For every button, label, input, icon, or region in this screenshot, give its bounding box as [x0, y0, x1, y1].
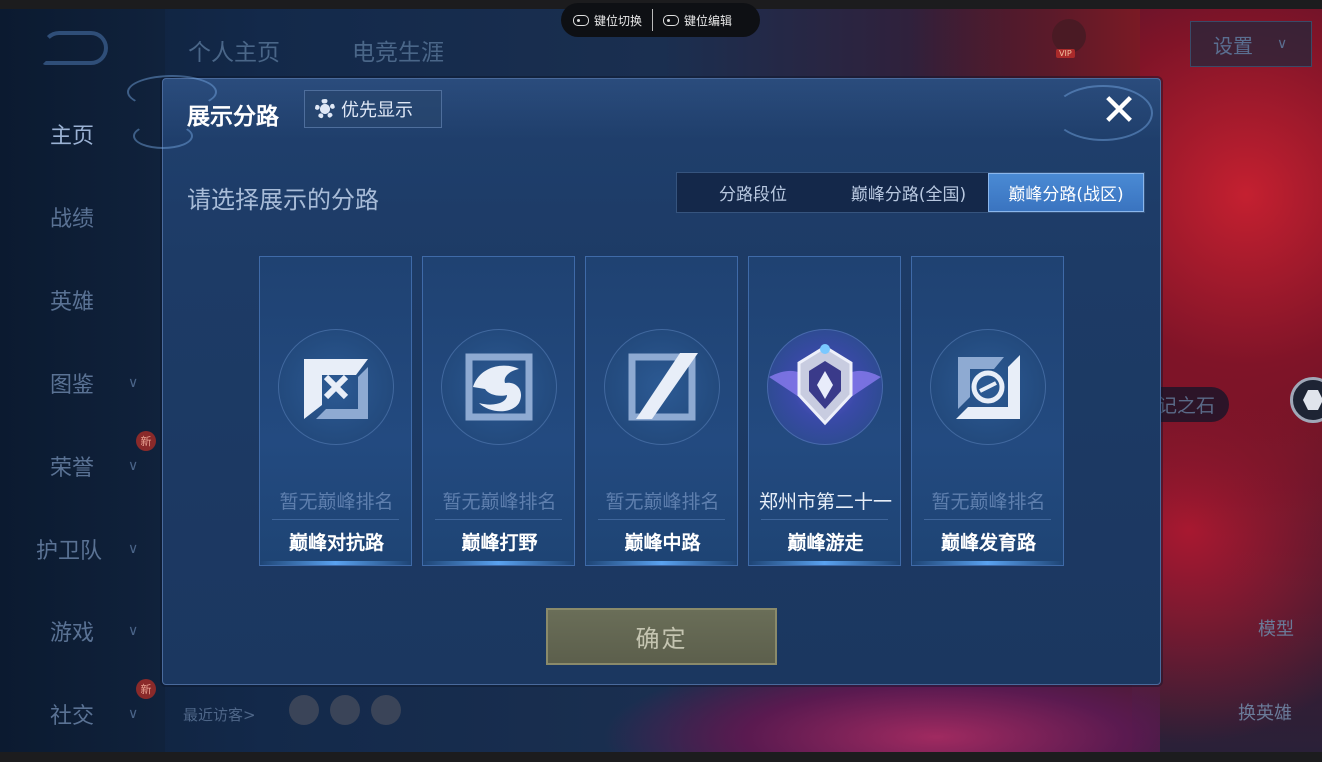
nav-item-codex[interactable]: 图鉴 ∨ — [0, 363, 165, 403]
nav-item-guard[interactable]: 护卫队 ∨ — [0, 529, 165, 569]
chevron-down-icon: ∨ — [128, 541, 139, 557]
keymap-switch-button[interactable]: 键位切换 — [573, 12, 642, 29]
close-icon[interactable]: ✕ — [1097, 89, 1141, 133]
divider — [652, 9, 654, 31]
lane-name: 巅峰中路 — [624, 532, 701, 554]
lane-card-farm[interactable]: 暂无巅峰排名 巅峰发育路 — [911, 256, 1064, 566]
nav-item-heroes[interactable]: 英雄 — [0, 280, 165, 320]
decor-swirl — [133, 123, 193, 149]
priority-label: 优先显示 — [341, 100, 413, 121]
nav-item-game[interactable]: 游戏 ∨ — [0, 611, 165, 651]
keymap-edit-button[interactable]: 键位编辑 — [663, 12, 732, 29]
card-glow — [912, 561, 1063, 565]
nav-label: 社交 — [50, 704, 95, 729]
nav-label: 英雄 — [50, 290, 95, 315]
nav-item-social[interactable]: 社交 ∨ — [0, 694, 165, 734]
dialog-title: 展示分路 — [187, 104, 279, 130]
tab-peak-region[interactable]: 巅峰分路(战区) — [988, 173, 1144, 212]
lane-name: 巅峰打野 — [461, 532, 538, 554]
visitor-avatar[interactable] — [371, 695, 401, 725]
divider — [761, 519, 888, 520]
rank-text: 暂无巅峰排名 — [279, 491, 394, 513]
hero-artwork-top — [910, 9, 1140, 89]
avatar[interactable] — [1052, 19, 1086, 53]
divider — [272, 519, 399, 520]
keymap-switch-label: 键位切换 — [594, 13, 643, 28]
side-navigation: 主页 战绩 英雄 图鉴 ∨ 荣誉 ∨ 新 护卫队 ∨ 游戏 ∨ 社交 ∨ 新 — [0, 9, 165, 752]
lane-card-jungle[interactable]: 暂无巅峰排名 巅峰打野 — [422, 256, 575, 566]
keymap-toolbar: 键位切换 键位编辑 — [561, 3, 760, 37]
lane-display-dialog: 展示分路 优先显示 ✕ 请选择展示的分路 分路段位 巅峰分路(全国) 巅峰分路(… — [127, 75, 1161, 685]
roam-badge-icon — [769, 344, 881, 426]
chevron-down-icon: ∨ — [128, 375, 139, 391]
tab-peak-national[interactable]: 巅峰分路(全国) — [829, 173, 988, 212]
keymap-edit-label: 键位编辑 — [684, 13, 733, 28]
divider — [924, 519, 1051, 520]
rank-text: 暂无巅峰排名 — [931, 491, 1046, 513]
gamepad-icon — [663, 14, 680, 26]
gear-icon — [315, 99, 335, 119]
nav-label: 图鉴 — [50, 373, 95, 398]
nav-label: 战绩 — [50, 207, 95, 232]
tab-esports[interactable]: 电竞生涯 — [352, 33, 444, 67]
tab-profile[interactable]: 个人主页 — [188, 33, 280, 67]
nav-item-record[interactable]: 战绩 — [0, 197, 165, 237]
farm-lane-icon — [956, 355, 1020, 419]
gamepad-icon — [573, 14, 589, 26]
bottom-bar — [0, 752, 1322, 762]
divider — [435, 519, 562, 520]
chevron-down-icon: ∨ — [128, 706, 139, 722]
new-badge: 新 — [136, 679, 156, 699]
chevron-down-icon: ∨ — [128, 623, 139, 639]
card-glow — [423, 561, 574, 565]
nav-label: 主页 — [50, 124, 95, 149]
nav-label: 荣誉 — [50, 456, 95, 481]
recent-visitors-link[interactable]: 最近访客> — [183, 704, 256, 725]
card-glow — [749, 561, 900, 565]
model-button[interactable]: 模型 — [1258, 615, 1294, 641]
visitor-avatar[interactable] — [289, 695, 319, 725]
stone-label: 记之石 — [1152, 387, 1230, 422]
vip-badge: VIP — [1056, 49, 1075, 58]
lane-card-mid[interactable]: 暂无巅峰排名 巅峰中路 — [585, 256, 738, 566]
card-glow — [586, 561, 737, 565]
lane-tab-group: 分路段位 巅峰分路(全国) 巅峰分路(战区) — [676, 172, 1145, 213]
chevron-down-icon: ∨ — [1277, 36, 1288, 52]
card-glow — [260, 561, 411, 565]
nav-label: 游戏 — [50, 621, 95, 646]
jungle-dragon-icon — [465, 353, 533, 421]
confirm-button[interactable]: 确定 — [546, 608, 777, 665]
divider — [598, 519, 725, 520]
settings-button[interactable]: 设置 ∨ — [1190, 21, 1312, 67]
nav-item-honor[interactable]: 荣誉 ∨ — [0, 446, 165, 486]
priority-display-button[interactable]: 优先显示 — [304, 90, 442, 128]
chevron-down-icon: ∨ — [128, 458, 139, 474]
game-logo — [42, 31, 108, 65]
rank-text: 暂无巅峰排名 — [605, 491, 720, 513]
dialog-subtitle: 请选择展示的分路 — [187, 186, 379, 214]
tab-lane-tier[interactable]: 分路段位 — [677, 173, 829, 212]
rank-text: 暂无巅峰排名 — [442, 491, 557, 513]
lane-name: 巅峰游走 — [787, 532, 864, 554]
lane-card-clash[interactable]: 暂无巅峰排名 巅峰对抗路 — [259, 256, 412, 566]
settings-label: 设置 — [1213, 33, 1253, 58]
clash-lane-icon — [304, 359, 368, 419]
visitor-avatar[interactable] — [330, 695, 360, 725]
swap-hero-button[interactable]: 换英雄 — [1238, 699, 1292, 725]
lane-name: 巅峰发育路 — [940, 532, 1036, 554]
lane-card-roam[interactable]: 郑州市第二十一 巅峰游走 — [748, 256, 901, 566]
new-badge: 新 — [136, 431, 156, 451]
lane-name: 巅峰对抗路 — [288, 532, 384, 554]
rank-text: 郑州市第二十一 — [758, 491, 892, 513]
nav-label: 护卫队 — [36, 539, 103, 564]
mid-lane-icon — [628, 353, 698, 421]
game-screen: 主页 战绩 英雄 图鉴 ∨ 荣誉 ∨ 新 护卫队 ∨ 游戏 ∨ 社交 ∨ 新 个人主页 电… — [0, 9, 1322, 752]
